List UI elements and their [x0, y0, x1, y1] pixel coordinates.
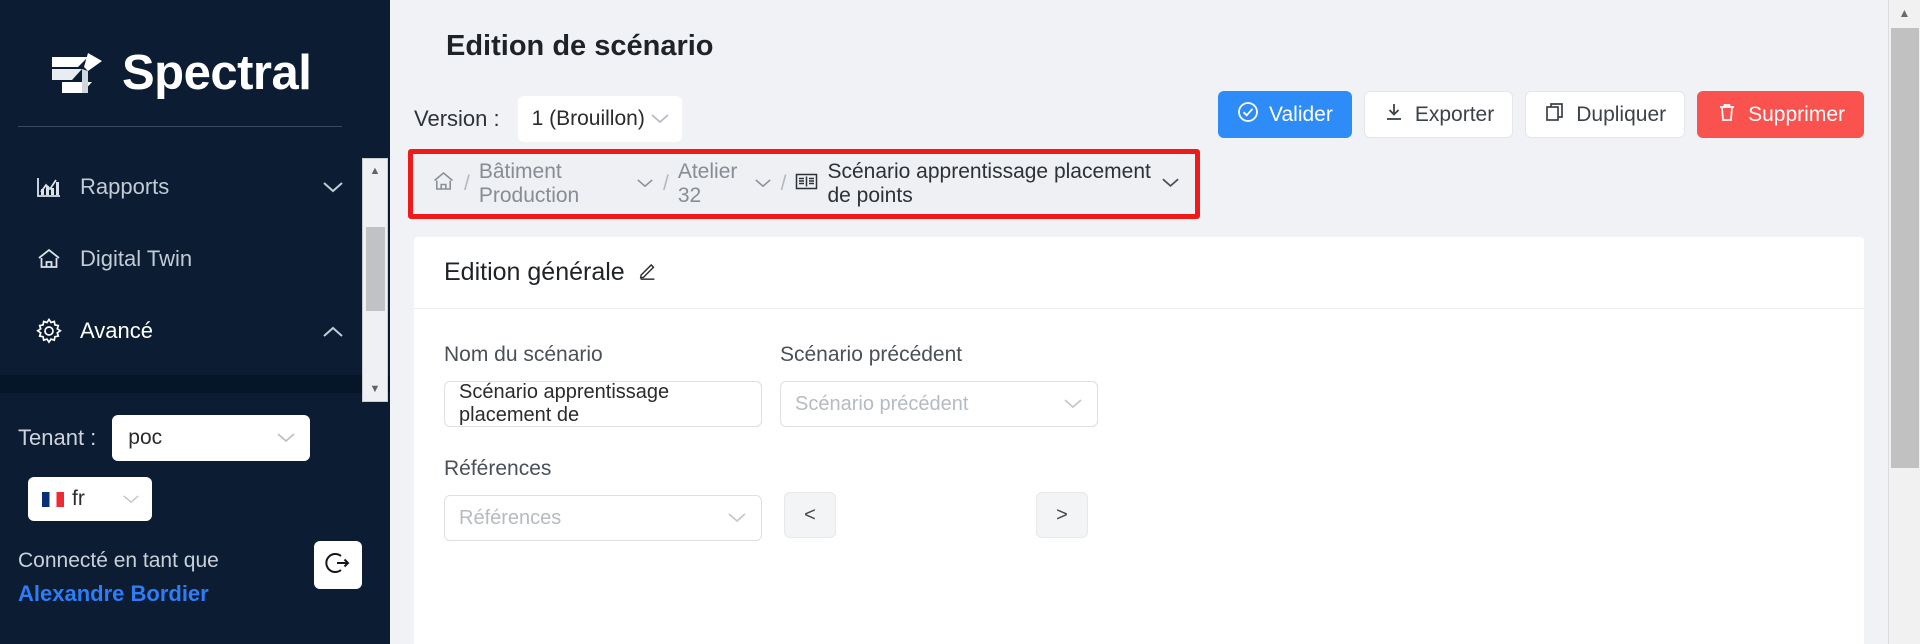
page-title: Edition de scénario	[446, 30, 714, 62]
trash-icon	[1716, 101, 1738, 129]
export-button[interactable]: Exporter	[1363, 91, 1514, 138]
duplicate-button[interactable]: Dupliquer	[1525, 91, 1686, 138]
chevron-down-icon	[636, 174, 654, 194]
form-row-2: Références Références < >	[444, 457, 1864, 541]
toolbar: Version : 1 (Brouillon) Valider Exporter…	[390, 83, 1888, 155]
export-label: Exporter	[1414, 102, 1495, 126]
field-label: Nom du scénario	[444, 343, 603, 366]
version-select[interactable]: 1 (Brouillon)	[517, 96, 682, 142]
scenario-name-value: Scénario apprentissage placement de	[459, 381, 670, 426]
tenant-value: poc	[128, 426, 163, 449]
version-value: 1 (Brouillon)	[531, 107, 645, 130]
field-references: Références Références	[444, 457, 762, 541]
home-icon	[32, 247, 66, 271]
breadcrumb: / Bâtiment Production / Atelier 32 / Scé…	[414, 158, 1196, 210]
tenant-select[interactable]: poc	[112, 415, 311, 461]
home-icon	[432, 171, 455, 198]
chevron-down-icon	[650, 111, 670, 128]
field-label: Références	[444, 457, 552, 480]
chevron-down-icon	[1063, 396, 1083, 413]
breadcrumb-item-label: Bâtiment Production	[478, 160, 580, 207]
references-placeholder: Références	[459, 506, 562, 529]
version-label: Version :	[414, 106, 500, 131]
flag-fr-icon	[42, 491, 64, 507]
book-icon	[795, 172, 818, 197]
breadcrumb-item-label: Atelier 32	[677, 160, 738, 207]
previous-reference-button[interactable]: <	[784, 492, 836, 538]
pencil-icon[interactable]	[637, 259, 659, 286]
sidebar-item-rapports[interactable]: Rapports	[0, 151, 390, 223]
breadcrumb-separator: /	[780, 172, 787, 195]
gear-icon	[32, 318, 66, 344]
connected-user-block: Connecté en tant que Alexandre Bordier	[0, 521, 390, 607]
sidebar-section-divider	[0, 375, 390, 393]
chevron-down-icon	[727, 510, 747, 527]
sidebar-item-label: Digital Twin	[80, 246, 193, 271]
page-scroll-thumb[interactable]	[1891, 28, 1919, 468]
download-icon	[1383, 101, 1405, 129]
tenant-row: Tenant : poc	[0, 393, 390, 461]
scroll-down-icon[interactable]: ▼	[363, 377, 387, 401]
copy-icon	[1544, 101, 1566, 129]
scroll-up-icon[interactable]: ▲	[1889, 0, 1920, 26]
spectral-logo-icon	[48, 47, 106, 99]
sidebar-scroll-thumb[interactable]	[366, 227, 385, 311]
chevron-down-icon	[276, 430, 296, 447]
references-select[interactable]: Références	[444, 495, 762, 541]
sidebar: Spectral Rapports Digital Twin Avancé Te…	[0, 0, 390, 644]
chart-icon	[32, 176, 66, 198]
breadcrumb-current-label: Scénario apprentissage placement de poin…	[827, 160, 1151, 207]
scroll-up-icon[interactable]: ▲	[363, 159, 387, 183]
brand-logo[interactable]: Spectral	[0, 0, 390, 118]
breadcrumb-separator: /	[464, 172, 470, 195]
logout-button[interactable]	[314, 541, 362, 589]
field-label: Scénario précédent	[780, 343, 963, 366]
sidebar-nav: Rapports Digital Twin Avancé	[0, 127, 390, 367]
next-reference-button[interactable]: >	[1036, 492, 1088, 538]
breadcrumb-item-building[interactable]: Bâtiment Production	[479, 160, 654, 208]
validate-button[interactable]: Valider	[1218, 91, 1352, 138]
chevron-down-icon	[122, 491, 140, 508]
sidebar-item-digital-twin[interactable]: Digital Twin	[0, 223, 390, 295]
previous-scenario-placeholder: Scénario précédent	[795, 392, 969, 415]
field-previous-scenario: Scénario précédent Scénario précédent	[780, 343, 1098, 427]
check-circle-icon	[1237, 101, 1259, 129]
previous-scenario-select[interactable]: Scénario précédent	[780, 381, 1098, 427]
chevron-up-icon	[322, 318, 344, 344]
field-scenario-name: Nom du scénario Scénario apprentissage p…	[444, 343, 762, 427]
sidebar-scrollbar[interactable]: ▲ ▼	[362, 158, 388, 402]
breadcrumb-wrapper: / Bâtiment Production / Atelier 32 / Scé…	[408, 149, 1888, 219]
breadcrumb-item-workshop[interactable]: Atelier 32	[678, 160, 772, 208]
brand-name: Spectral	[122, 46, 312, 100]
duplicate-label: Dupliquer	[1576, 102, 1667, 126]
sidebar-item-avance[interactable]: Avancé	[0, 295, 390, 367]
main-content: Edition de scénario Version : 1 (Brouill…	[390, 0, 1920, 644]
form-row-1: Nom du scénario Scénario apprentissage p…	[444, 343, 1864, 427]
form-grid: Nom du scénario Scénario apprentissage p…	[414, 309, 1864, 541]
breadcrumb-current-scenario[interactable]: Scénario apprentissage placement de poin…	[795, 160, 1180, 208]
page-scrollbar[interactable]: ▲	[1888, 0, 1920, 644]
sidebar-item-label: Avancé	[80, 318, 153, 343]
validate-label: Valider	[1269, 102, 1333, 126]
language-value: fr	[72, 487, 85, 510]
scenario-name-input[interactable]: Scénario apprentissage placement de	[444, 381, 762, 427]
breadcrumb-separator: /	[663, 172, 669, 195]
tenant-label: Tenant :	[18, 425, 97, 450]
chevron-down-icon	[1161, 174, 1180, 194]
action-buttons: Valider Exporter Dupliquer Supprimer	[1218, 91, 1864, 138]
card-title: Edition générale	[444, 258, 625, 286]
chevron-down-icon	[322, 174, 344, 200]
delete-button[interactable]: Supprimer	[1697, 91, 1864, 138]
sidebar-item-label: Rapports	[80, 174, 170, 199]
language-select[interactable]: fr	[28, 477, 152, 521]
app-root: Spectral Rapports Digital Twin Avancé Te…	[0, 0, 1920, 644]
card-header: Edition générale	[414, 237, 1864, 309]
logout-icon	[324, 549, 352, 582]
delete-label: Supprimer	[1748, 102, 1845, 126]
general-edition-card: Edition générale Nom du scénario Scénari…	[414, 237, 1864, 644]
chevron-down-icon	[754, 174, 772, 194]
breadcrumb-home[interactable]	[432, 171, 455, 198]
